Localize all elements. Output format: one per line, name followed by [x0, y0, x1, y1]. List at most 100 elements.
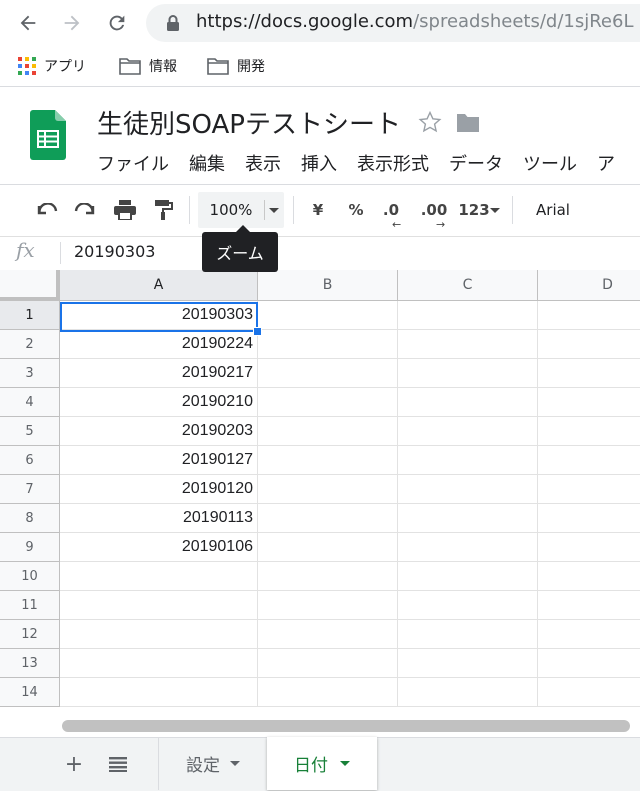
- paint-format-button[interactable]: [151, 197, 177, 223]
- grid-cell[interactable]: [538, 330, 640, 359]
- add-sheet-button[interactable]: +: [60, 750, 88, 778]
- percent-button[interactable]: %: [344, 197, 368, 223]
- grid-cell[interactable]: [258, 330, 398, 359]
- grid-cell[interactable]: [60, 620, 258, 649]
- grid-cell[interactable]: [258, 446, 398, 475]
- star-icon[interactable]: [418, 110, 442, 138]
- grid-cell[interactable]: [538, 359, 640, 388]
- row-header[interactable]: 7: [0, 475, 60, 504]
- chevron-down-icon[interactable]: [489, 197, 501, 223]
- grid-cell[interactable]: [398, 620, 538, 649]
- row-header[interactable]: 13: [0, 649, 60, 678]
- grid-cell[interactable]: [60, 649, 258, 678]
- row-header[interactable]: 11: [0, 591, 60, 620]
- grid-cell[interactable]: [398, 649, 538, 678]
- grid-cell[interactable]: [258, 417, 398, 446]
- forward-button[interactable]: [58, 9, 86, 37]
- grid-cell[interactable]: [398, 388, 538, 417]
- bookmark-apps[interactable]: アプリ: [18, 56, 86, 76]
- spreadsheet-grid[interactable]: A B C D 1 20190303 2 20190224 3 20190217 4 2019…: [0, 270, 640, 736]
- grid-cell[interactable]: [258, 678, 398, 707]
- more-formats-button[interactable]: 123: [457, 197, 491, 223]
- row-header[interactable]: 10: [0, 562, 60, 591]
- grid-cell[interactable]: 20190224: [60, 330, 258, 359]
- sheet-tab-settings[interactable]: 設定: [158, 737, 267, 790]
- grid-cell[interactable]: 20190210: [60, 388, 258, 417]
- grid-cell[interactable]: [538, 417, 640, 446]
- grid-cell[interactable]: [538, 301, 640, 330]
- menu-view[interactable]: 表示: [245, 150, 281, 176]
- select-all-corner[interactable]: [0, 270, 60, 301]
- grid-cell[interactable]: [258, 533, 398, 562]
- grid-cell[interactable]: 20190217: [60, 359, 258, 388]
- grid-cell[interactable]: [398, 301, 538, 330]
- grid-cell[interactable]: [398, 359, 538, 388]
- grid-cell[interactable]: [398, 591, 538, 620]
- grid-cell[interactable]: [538, 446, 640, 475]
- row-header[interactable]: 3: [0, 359, 60, 388]
- grid-cell[interactable]: [538, 620, 640, 649]
- menu-tools[interactable]: ツール: [523, 150, 577, 176]
- grid-cell[interactable]: 20190120: [60, 475, 258, 504]
- grid-cell[interactable]: [398, 504, 538, 533]
- row-header[interactable]: 5: [0, 417, 60, 446]
- document-title[interactable]: 生徒別SOAPテストシート: [97, 104, 401, 141]
- grid-cell[interactable]: [258, 301, 398, 330]
- grid-cell[interactable]: [258, 475, 398, 504]
- grid-cell[interactable]: [258, 620, 398, 649]
- grid-cell[interactable]: [258, 504, 398, 533]
- bookmark-folder-info[interactable]: 情報: [119, 56, 177, 76]
- menu-insert[interactable]: 挿入: [301, 150, 337, 176]
- grid-cell[interactable]: [258, 359, 398, 388]
- grid-cell[interactable]: [398, 678, 538, 707]
- reload-button[interactable]: [103, 9, 131, 37]
- row-header[interactable]: 14: [0, 678, 60, 707]
- font-select[interactable]: Arial: [530, 197, 576, 223]
- row-header[interactable]: 1: [0, 301, 60, 330]
- grid-cell[interactable]: [538, 504, 640, 533]
- row-header[interactable]: 12: [0, 620, 60, 649]
- grid-cell[interactable]: [258, 562, 398, 591]
- menu-edit[interactable]: 編集: [189, 150, 225, 176]
- grid-cell[interactable]: [398, 533, 538, 562]
- grid-cell[interactable]: [258, 591, 398, 620]
- chevron-down-icon[interactable]: [340, 761, 350, 766]
- grid-cell[interactable]: [398, 446, 538, 475]
- row-header[interactable]: 8: [0, 504, 60, 533]
- currency-button[interactable]: ¥: [307, 197, 329, 223]
- undo-button[interactable]: [34, 197, 60, 223]
- grid-cell[interactable]: [258, 649, 398, 678]
- all-sheets-button[interactable]: [104, 750, 132, 778]
- column-header-a[interactable]: A: [60, 270, 258, 301]
- grid-cell[interactable]: [538, 591, 640, 620]
- grid-cell[interactable]: [60, 562, 258, 591]
- menu-file[interactable]: ファイル: [97, 150, 169, 176]
- column-header-d[interactable]: D: [538, 270, 640, 301]
- chevron-down-icon[interactable]: [266, 197, 282, 223]
- column-header-c[interactable]: C: [398, 270, 538, 301]
- formula-input[interactable]: 20190303: [74, 242, 155, 261]
- row-header[interactable]: 6: [0, 446, 60, 475]
- row-header[interactable]: 4: [0, 388, 60, 417]
- horizontal-scrollbar[interactable]: [62, 720, 630, 732]
- grid-cell[interactable]: [538, 388, 640, 417]
- grid-cell[interactable]: [538, 533, 640, 562]
- back-button[interactable]: [14, 9, 42, 37]
- row-header[interactable]: 9: [0, 533, 60, 562]
- grid-cell[interactable]: [398, 562, 538, 591]
- grid-cell[interactable]: 20190127: [60, 446, 258, 475]
- move-folder-icon[interactable]: [456, 113, 480, 137]
- sheets-logo-icon[interactable]: [30, 110, 66, 164]
- print-button[interactable]: [112, 197, 138, 223]
- grid-cell[interactable]: 20190113: [60, 504, 258, 533]
- grid-cell[interactable]: [258, 388, 398, 417]
- grid-cell[interactable]: [398, 417, 538, 446]
- grid-cell[interactable]: [398, 475, 538, 504]
- grid-cell[interactable]: [60, 591, 258, 620]
- grid-cell[interactable]: [538, 562, 640, 591]
- bookmark-folder-dev[interactable]: 開発: [207, 56, 265, 76]
- grid-cell[interactable]: [398, 330, 538, 359]
- row-header[interactable]: 2: [0, 330, 60, 359]
- menu-addons[interactable]: ア: [597, 150, 615, 176]
- fill-handle[interactable]: [253, 327, 262, 336]
